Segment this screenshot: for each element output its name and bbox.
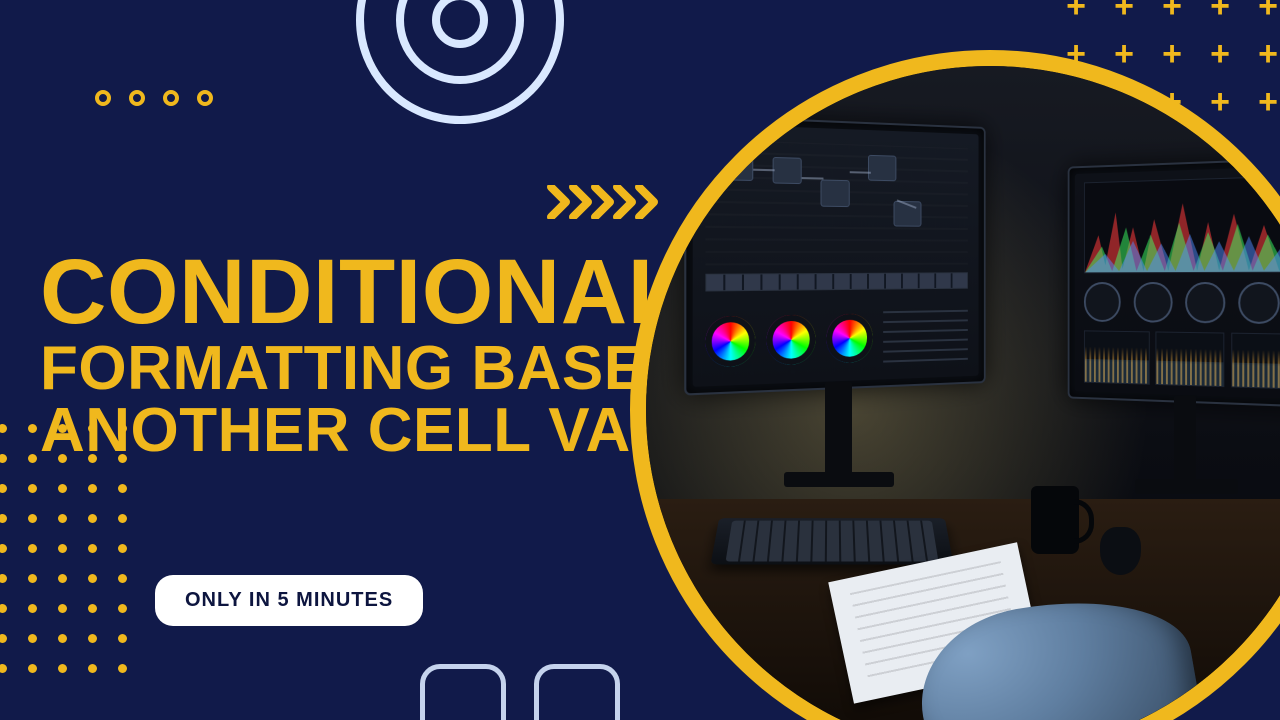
monitor-base	[784, 472, 894, 487]
dial-icon	[1084, 283, 1121, 323]
color-wheel-icon	[826, 314, 873, 364]
monitor-stand	[825, 382, 853, 478]
thumbnail-canvas: + + + + + + + + + + + + + + + Conditiona…	[0, 0, 1280, 720]
concentric-circles-decor	[350, 0, 570, 130]
dot-grid-decor	[0, 416, 134, 680]
monitor-left	[684, 114, 985, 395]
badge: Only in 5 Minutes	[155, 575, 423, 626]
monitor-stand	[1174, 396, 1196, 485]
rounded-square-outlines	[420, 664, 620, 720]
rgb-scopes-panel	[1084, 176, 1280, 274]
monitor-right-screen	[1075, 166, 1280, 399]
color-wheel-icon	[705, 316, 755, 368]
waveform-row	[1084, 331, 1280, 390]
color-wheels-panel	[705, 304, 968, 377]
small-circle-icon	[163, 90, 179, 106]
plus-icon: +	[1198, 0, 1242, 28]
hero-image-circle	[630, 50, 1280, 720]
small-circle-icon	[95, 90, 111, 106]
rounded-square-icon	[420, 664, 506, 720]
monitor-right	[1068, 157, 1280, 408]
mug	[1031, 486, 1079, 555]
dial-icon	[1134, 283, 1173, 323]
small-circle-icon	[129, 90, 145, 106]
dials-row	[1084, 283, 1280, 325]
color-wheel-icon	[767, 315, 816, 366]
waveform-panel	[1231, 333, 1280, 390]
hero-image	[646, 66, 1280, 720]
thumbnail-strip	[705, 272, 968, 292]
waveform-panel	[1084, 331, 1150, 385]
monitor-left-screen	[693, 123, 978, 387]
plus-icon: +	[1102, 0, 1146, 28]
monitor-base	[1135, 479, 1238, 494]
plus-icon: +	[1054, 0, 1098, 28]
dial-icon	[1238, 283, 1279, 325]
waveform-panel	[1156, 332, 1225, 388]
node-graph-panel	[705, 139, 968, 265]
rounded-square-icon	[534, 664, 620, 720]
small-circle-icon	[197, 90, 213, 106]
plus-icon: +	[1150, 0, 1194, 28]
small-circles-row	[95, 90, 213, 106]
plus-icon: +	[1246, 0, 1280, 28]
keyboard	[710, 519, 953, 565]
dial-icon	[1185, 283, 1225, 324]
sliders-panel	[883, 310, 968, 363]
chevron-row	[547, 185, 657, 219]
